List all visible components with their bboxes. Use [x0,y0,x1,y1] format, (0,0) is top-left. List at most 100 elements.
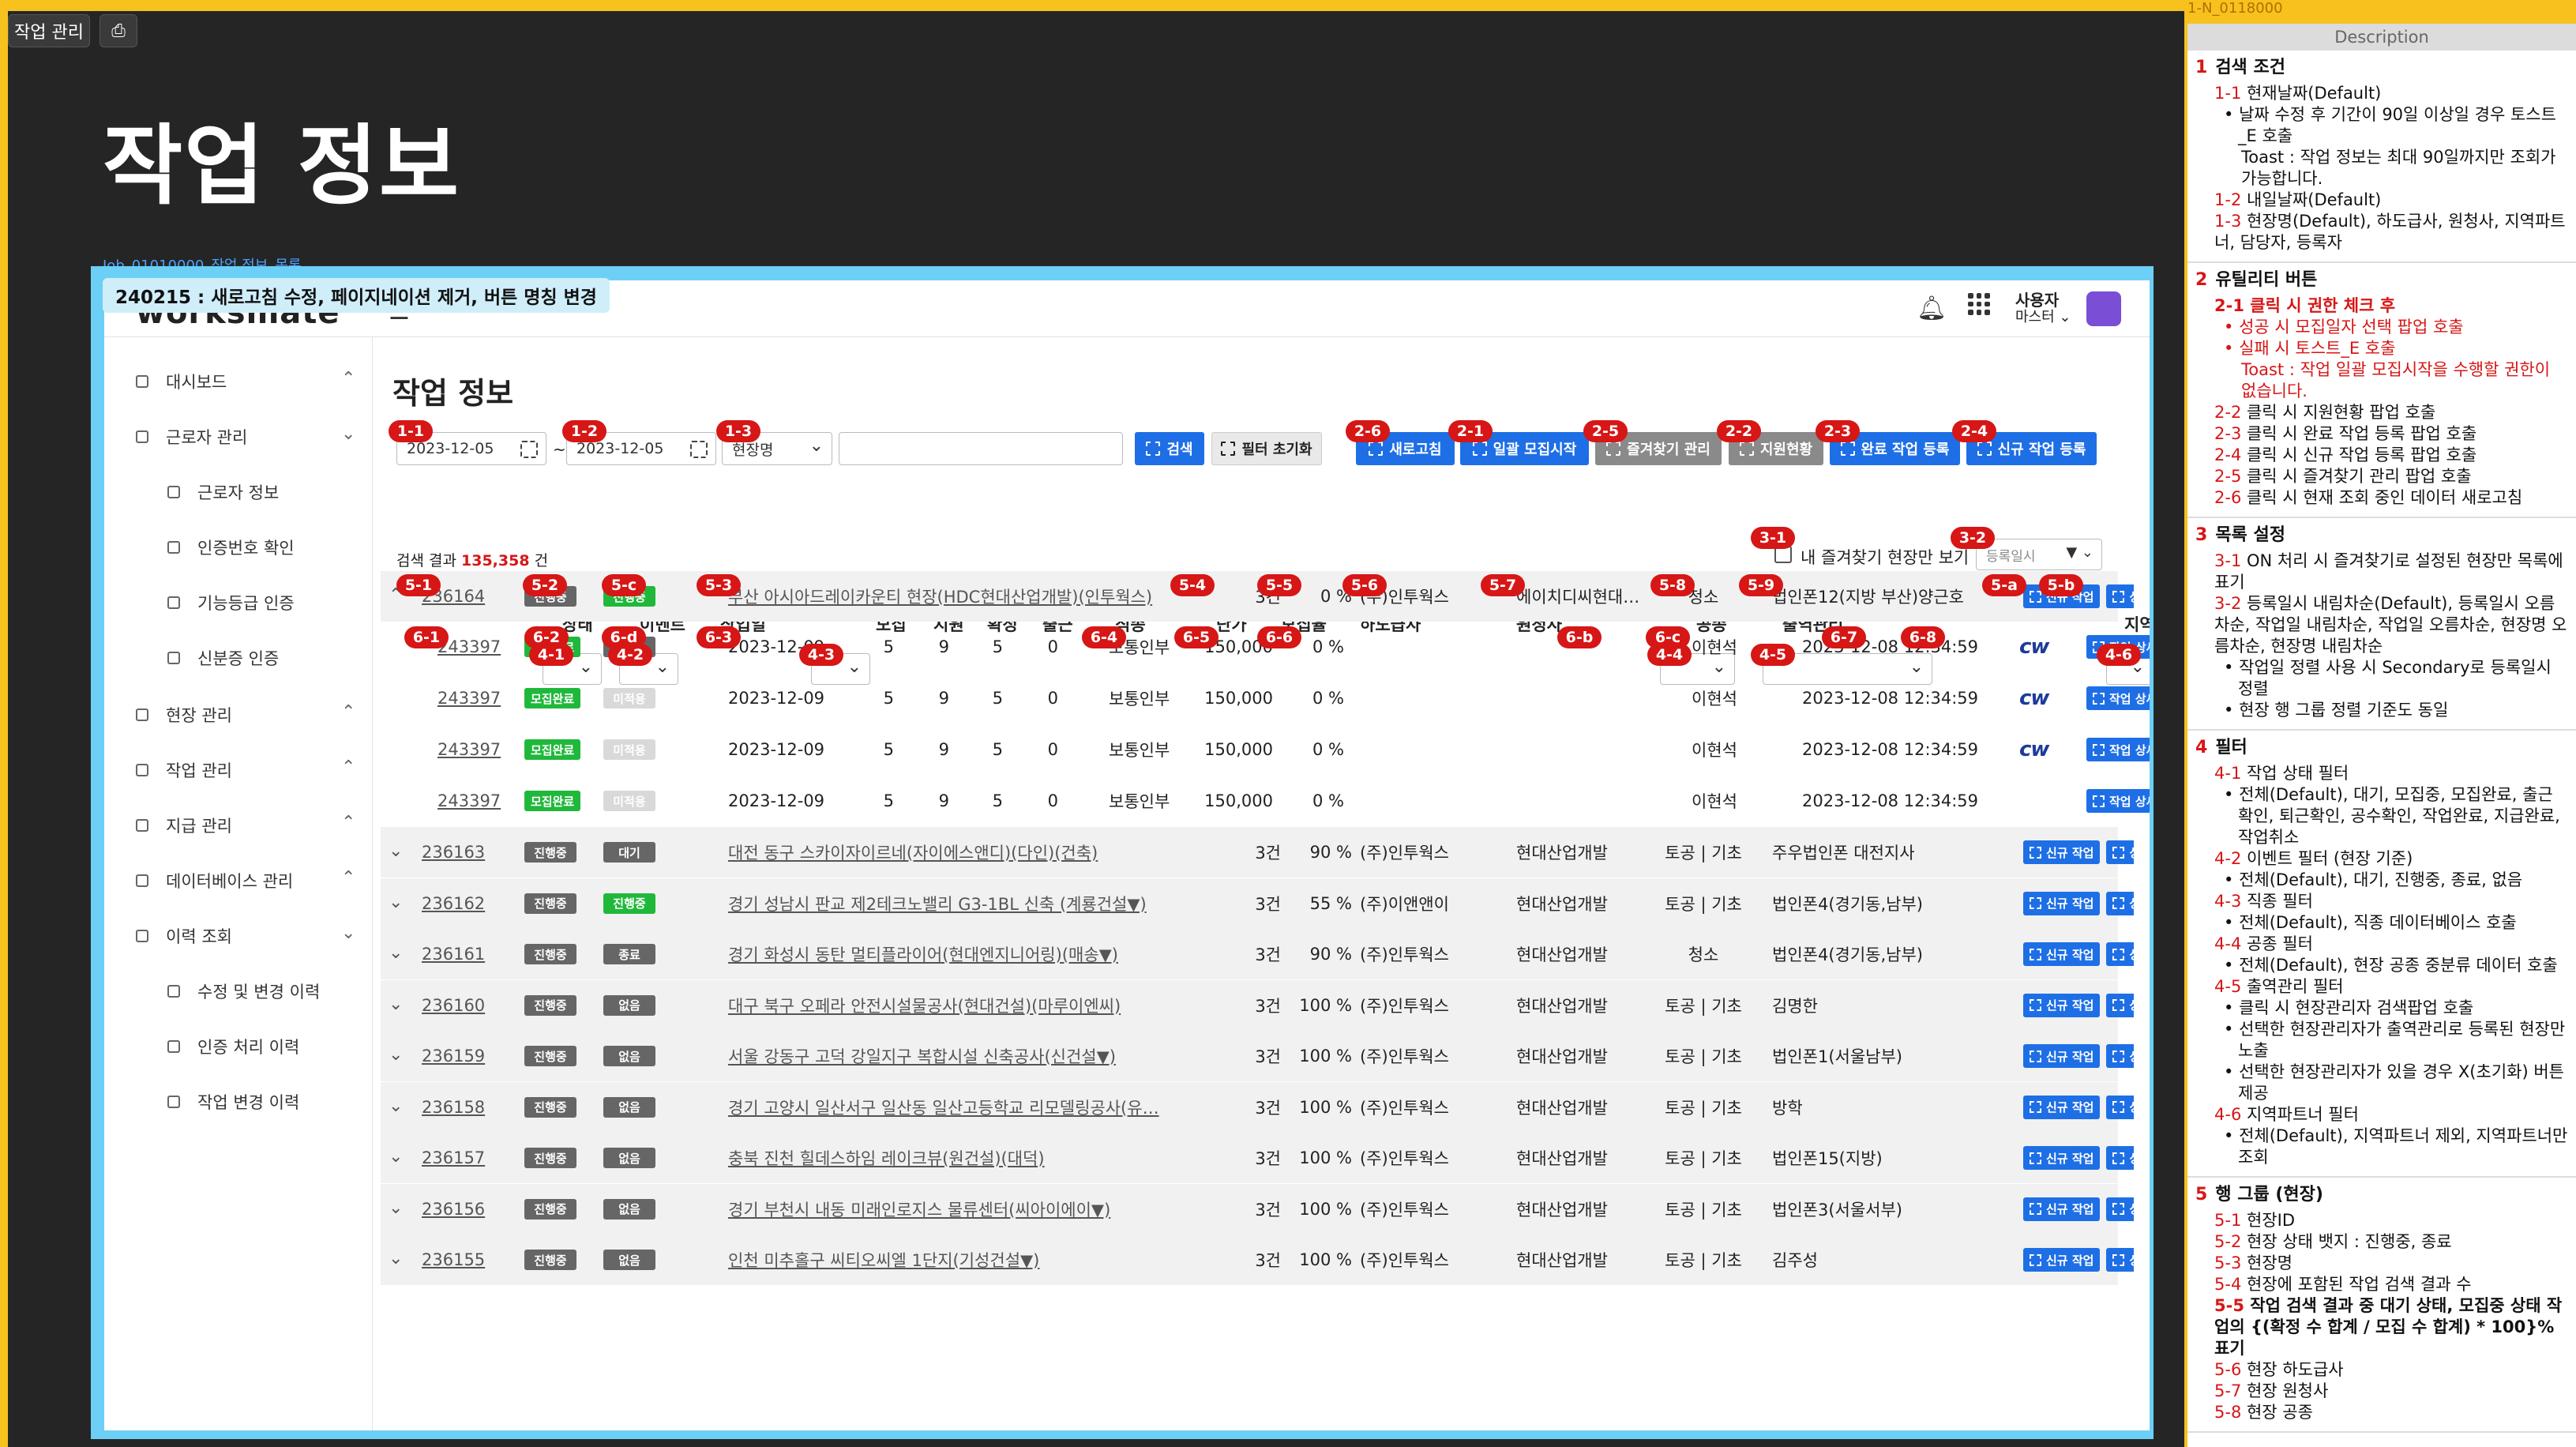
detail-button[interactable]: 상세 [2106,1197,2134,1221]
sidebar-item[interactable]: 인증 처리 이력 [167,1031,299,1062]
calendar-icon[interactable] [690,441,708,458]
export-icon[interactable]: ⎙ [100,14,137,47]
expand-chevron-icon[interactable]: ⌄ [389,943,403,963]
sidebar-item[interactable]: 작업 관리 [136,754,232,786]
new-job-button[interactable]: 신규 작업 [2023,840,2101,864]
chevron-icon[interactable]: ⌃ [341,702,355,722]
site-name[interactable]: 대구 북구 오페라 안전시설물공사(현대건설)(마루이엔씨) [728,980,1249,1031]
detail-button[interactable]: 상세 [2106,942,2134,966]
job-id[interactable]: 243397 [437,622,509,672]
detail-button[interactable]: 상세 [2106,1044,2134,1068]
sidebar-item[interactable]: 지급 관리 [136,810,232,841]
expand-chevron-icon[interactable]: ⌄ [389,1147,403,1167]
site-id[interactable]: 236157 [422,1133,493,1183]
table-row[interactable]: ⌄ 236163 진행중 대기 대전 동구 스카이자이르네(자이에스앤디)(다인)(건축… [381,827,2134,878]
site-name[interactable]: 대전 동구 스카이자이르네(자이에스앤디)(다인)(건축) [728,827,1249,878]
sidebar-item[interactable]: 작업 변경 이력 [167,1086,299,1118]
bell-icon[interactable]: 🔔︎ [1917,295,1947,322]
site-id[interactable]: 236160 [422,980,493,1031]
new-job-button[interactable]: 신규 작업 [2023,1095,2101,1119]
expand-chevron-icon[interactable]: ⌄ [389,1198,403,1218]
new-job-button[interactable]: 신규 작업 [2023,993,2101,1017]
table-row[interactable]: ⌄ 236161 진행중 종료 경기 화성시 동탄 멀티플라이어(현대엔지니어링)(매송… [381,929,2134,979]
chevron-icon[interactable]: ⌃ [341,369,355,389]
expand-chevron-icon[interactable]: ⌄ [389,841,403,861]
avatar[interactable] [2086,291,2121,326]
table-row[interactable]: 243397 모집완료 미적용 2023-12-09 5 9 5 0 보통인부 150,000 0 … [381,724,2150,775]
chevron-icon[interactable]: ⌄ [341,923,355,943]
table-row[interactable]: ⌄ 236155 진행중 없음 인천 미추홀구 씨티오씨엘 1단지(기성건설▼) 3건 10… [381,1235,2134,1285]
new-job-button[interactable]: 신규 작업 [2023,942,2101,966]
site-name[interactable]: 인천 미추홀구 씨티오씨엘 1단지(기성건설▼) [728,1235,1249,1285]
chevron-icon[interactable]: ⌃ [341,813,355,832]
detail-button[interactable]: 상세 [2106,840,2134,864]
search-input[interactable] [839,432,1123,465]
expand-chevron-icon[interactable]: ⌄ [389,1045,403,1065]
sidebar-item[interactable]: 근로자 정보 [167,476,279,508]
table-row[interactable]: ⌄ 236162 진행중 진행중 경기 성남시 판교 제2테크노밸리 G3-1BL 신축… [381,878,2134,929]
cw-logo-icon: cw [2019,635,2049,659]
chevron-icon[interactable]: ⌄ [341,424,355,444]
detail-button[interactable]: 상세 [2106,1095,2134,1119]
chevron-icon[interactable]: ⌃ [341,757,355,777]
site-id[interactable]: 236158 [422,1082,493,1133]
table-row[interactable]: ⌄ 236156 진행중 없음 경기 부천시 내동 미래인로지스 물류센터(씨아이에이▼… [381,1183,2134,1235]
site-name[interactable]: 경기 성남시 판교 제2테크노밸리 G3-1BL 신축 (계룡건설▼) [728,878,1249,929]
expand-chevron-icon[interactable]: ⌄ [389,1096,403,1116]
site-id[interactable]: 236155 [422,1235,493,1285]
sidebar-item[interactable]: 대시보드 [136,366,227,397]
detail-button[interactable]: 상세 [2106,584,2134,608]
site-id[interactable]: 236159 [422,1031,493,1081]
detail-button[interactable]: 상세 [2106,993,2134,1017]
site-name[interactable]: 충북 진천 힐데스하임 레이크뷰(원건설)(대덕) [728,1133,1249,1183]
site-name[interactable]: 부산 아시아드레이카운티 현장(HDC현대산업개발)(인투웍스) [728,571,1249,622]
table-row[interactable]: ⌄ 236160 진행중 없음 대구 북구 오페라 안전시설물공사(현대건설)(마루이엔… [381,979,2134,1031]
new-job-button[interactable]: 신규 작업 [2023,1197,2101,1221]
expand-chevron-icon[interactable]: ⌄ [389,994,403,1014]
filter-reset-button[interactable]: 필터 초기화 [1211,432,1322,465]
site-name[interactable]: 경기 부천시 내동 미래인로지스 물류센터(씨아이에이▼) [728,1184,1249,1235]
apps-grid-icon[interactable] [1968,293,1990,315]
sidebar-item[interactable]: 이력 조회 [136,920,232,952]
sidebar-item[interactable]: 데이터베이스 관리 [136,865,293,896]
table-row[interactable]: ⌄ 236157 진행중 없음 충북 진천 힐데스하임 레이크뷰(원건설)(대덕) 3건 1… [381,1133,2134,1183]
detail-button[interactable]: 상세 [2106,891,2134,915]
table-row[interactable]: ⌄ 236158 진행중 없음 경기 고양시 일산서구 일산동 일산고등학교 리모델링공… [381,1081,2134,1133]
table-row[interactable]: 243397 모집완료 미적용 2023-12-09 5 9 5 0 보통인부 150,000 0 … [381,776,2150,826]
table-row[interactable]: ⌄ 236159 진행중 없음 서울 강동구 고덕 강일지구 복합시설 신축공사(신건설… [381,1031,2134,1081]
job-id[interactable]: 243397 [437,776,509,826]
job-detail-button[interactable]: 작업 상세 [2086,686,2150,710]
site-id[interactable]: 236163 [422,827,493,878]
site-id[interactable]: 236162 [422,878,493,929]
sidebar-item[interactable]: 현장 관리 [136,699,232,731]
new-job-button[interactable]: 신규 작업 [2023,891,2101,915]
site-name[interactable]: 서울 강동구 고덕 강일지구 복합시설 신축공사(신건설▼) [728,1031,1249,1081]
sidebar-item[interactable]: 신분증 인증 [167,642,279,674]
chevron-icon[interactable]: ⌃ [341,868,355,888]
site-id[interactable]: 236161 [422,929,493,979]
sidebar-item[interactable]: 기능등급 인증 [167,587,295,618]
detail-button[interactable]: 상세 [2106,1248,2134,1272]
site-name[interactable]: 경기 화성시 동탄 멀티플라이어(현대엔지니어링)(매송▼) [728,929,1249,979]
sidebar-item[interactable]: 수정 및 변경 이력 [167,975,320,1007]
new-job-button[interactable]: 신규 작업 [2023,1146,2101,1170]
job-id[interactable]: 243397 [437,673,509,724]
detail-button[interactable]: 상세 [2106,1146,2134,1170]
sidebar-item[interactable]: 근로자 관리 [136,421,247,453]
user-menu[interactable]: 사용자 마스터 ⌄ [2015,291,2071,326]
expand-chevron-icon[interactable]: ⌄ [389,1249,403,1268]
calendar-icon[interactable] [520,441,538,458]
search-button[interactable]: 검색 [1135,432,1204,465]
site-name[interactable]: 경기 고양시 일산서구 일산동 일산고등학교 리모델링공사(유… [728,1082,1249,1133]
sort-select[interactable]: 등록일시 ▼ ⌄ [1976,539,2102,570]
job-detail-button[interactable]: 작업 상세 [2086,789,2150,813]
table-row[interactable]: 243397 모집완료 미적용 2023-12-09 5 9 5 0 보통인부 150,000 0 … [381,673,2150,724]
section-chip[interactable]: 작업 관리 [8,14,90,47]
site-id[interactable]: 236156 [422,1184,493,1235]
job-detail-button[interactable]: 작업 상세 [2086,738,2150,761]
new-job-button[interactable]: 신규 작업 [2023,1248,2101,1272]
new-job-button[interactable]: 신규 작업 [2023,1044,2101,1068]
job-id[interactable]: 243397 [437,724,509,775]
expand-chevron-icon[interactable]: ⌄ [389,893,403,912]
sidebar-item[interactable]: 인증번호 확인 [167,532,295,563]
